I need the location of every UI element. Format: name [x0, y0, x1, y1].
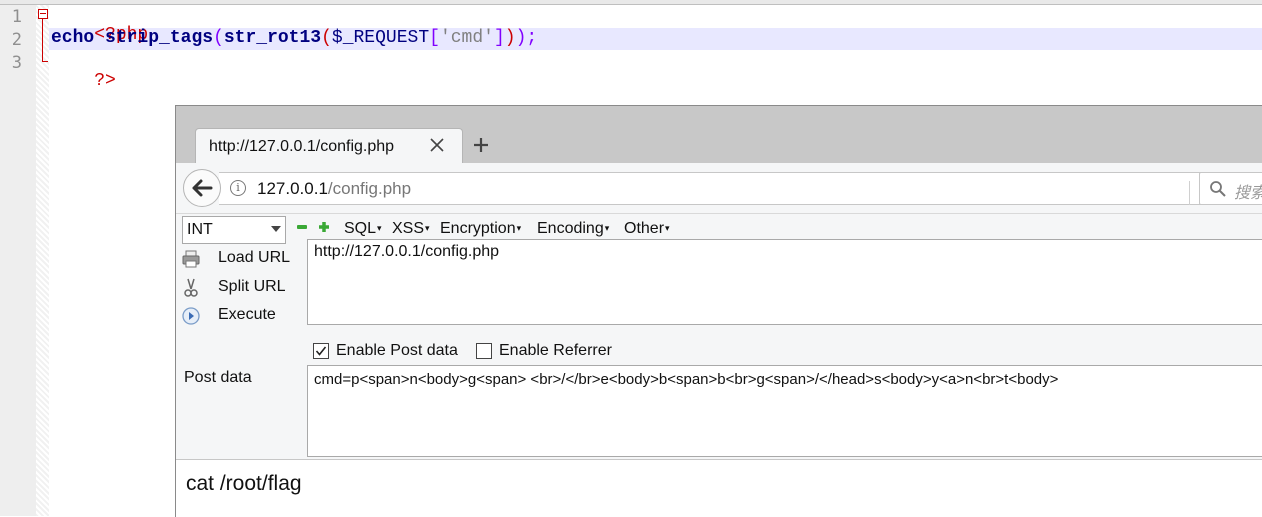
dropdown-arrow-icon: ▾ — [425, 223, 430, 234]
post-data-textarea[interactable]: cmd=p<span>n<body>g<span> <br>/</br>e<bo… — [307, 365, 1262, 457]
dropdown-arrow-icon: ▾ — [377, 223, 382, 234]
xss-menu[interactable]: XSS▾ — [392, 220, 430, 238]
back-button[interactable] — [183, 169, 221, 207]
play-icon — [182, 307, 200, 325]
line-number: 1 — [11, 7, 22, 27]
paren: ( — [213, 28, 224, 48]
line-number-gutter: 1 2 3 — [0, 5, 37, 516]
hackbar-panel: INT SQL▾ XSS▾ Encryption▾ Encoding▾ Othe… — [176, 214, 1262, 459]
navigation-bar: i 127.0.0.1/config.php 搜索 — [176, 163, 1262, 214]
plus-icon[interactable] — [318, 221, 330, 233]
search-bar[interactable]: 搜索 — [1199, 172, 1262, 205]
enable-post-checkbox[interactable] — [313, 343, 329, 359]
line-number: 2 — [11, 30, 22, 50]
enable-post-label: Enable Post data — [336, 342, 458, 359]
enable-referrer-label: Enable Referrer — [499, 342, 612, 359]
menu-label: Encoding — [537, 220, 604, 237]
url-path: /config.php — [327, 179, 412, 198]
url-textarea[interactable]: http://127.0.0.1/config.php — [307, 239, 1262, 325]
fold-guide-line — [42, 19, 43, 62]
scissors-icon — [184, 278, 198, 297]
search-placeholder: 搜索 — [1234, 185, 1262, 202]
dropdown-arrow-icon: ▾ — [665, 223, 670, 234]
bracket: [ — [429, 28, 440, 48]
type-select[interactable]: INT — [182, 216, 286, 244]
menu-label: SQL — [344, 220, 377, 237]
tab-title: http://127.0.0.1/config.php — [209, 138, 395, 155]
chevron-down-icon — [271, 226, 281, 232]
browser-window: http://127.0.0.1/config.php i 127.0.0.1/… — [175, 105, 1262, 517]
encoding-menu[interactable]: Encoding▾ — [537, 220, 609, 238]
page-content: cat /root/flag — [176, 459, 1262, 517]
arrow-left-icon — [192, 179, 213, 197]
str-rot13-function: str_rot13 — [223, 28, 322, 48]
address-bar[interactable]: i 127.0.0.1/config.php — [219, 172, 1218, 205]
menu-label: XSS — [392, 220, 425, 237]
type-select-value: INT — [187, 221, 213, 238]
semicolon: ; — [526, 28, 538, 48]
dropdown-arrow-icon: ▾ — [604, 223, 610, 234]
menu-label: Encryption — [440, 220, 516, 237]
enable-referrer-checkbox[interactable] — [476, 343, 492, 359]
encryption-menu[interactable]: Encryption▾ — [440, 220, 521, 238]
tab-strip: http://127.0.0.1/config.php — [176, 106, 1262, 165]
info-icon[interactable]: i — [230, 180, 246, 196]
dropdown-arrow-icon: ▾ — [516, 223, 522, 234]
split-url-button[interactable]: Split URL — [181, 276, 301, 300]
paren: ( — [321, 28, 332, 48]
load-url-label: Load URL — [218, 249, 291, 266]
request-variable: $_REQUEST — [331, 28, 430, 48]
fold-toggle-icon[interactable] — [38, 9, 48, 19]
load-url-button[interactable]: Load URL — [181, 247, 301, 271]
checkmark-icon — [315, 346, 327, 356]
echo-keyword: echo — [51, 28, 95, 48]
php-close-tag: ?> — [94, 71, 116, 91]
search-icon — [1210, 181, 1226, 197]
page-output-text: cat /root/flag — [186, 472, 302, 495]
strip-tags-function: strip_tags — [105, 28, 214, 48]
browser-tab[interactable]: http://127.0.0.1/config.php — [195, 128, 463, 165]
post-data-label: Post data — [184, 369, 252, 386]
code-line-3[interactable]: ?> — [51, 51, 116, 111]
other-menu[interactable]: Other▾ — [624, 220, 670, 238]
cmd-string: 'cmd' — [439, 28, 494, 48]
menu-label: Other — [624, 220, 665, 237]
fold-guide-end — [42, 61, 48, 62]
url-text: 127.0.0.1/config.php — [257, 179, 411, 199]
sql-menu[interactable]: SQL▾ — [344, 220, 382, 238]
url-textarea-value: http://127.0.0.1/config.php — [314, 243, 500, 260]
editor-top-edge — [0, 0, 1262, 5]
plus-icon[interactable] — [472, 136, 490, 154]
code-line-2[interactable]: echo strip_tags(str_rot13($_REQUEST['cmd… — [51, 28, 537, 48]
paren: ) — [515, 28, 527, 48]
bracket: ] — [493, 28, 505, 48]
execute-button[interactable]: Execute — [181, 304, 301, 328]
separator — [1189, 181, 1190, 205]
line-number: 3 — [11, 53, 22, 73]
fold-margin — [36, 5, 49, 516]
split-url-label: Split URL — [218, 278, 286, 295]
paren: ) — [504, 28, 516, 48]
url-host: 127.0.0.1 — [257, 179, 328, 198]
post-data-value: cmd=p<span>n<body>g<span> <br>/</br>e<bo… — [314, 371, 1059, 388]
minus-icon[interactable] — [296, 221, 308, 233]
execute-label: Execute — [218, 306, 276, 323]
printer-icon — [182, 250, 200, 268]
close-icon[interactable] — [429, 137, 445, 153]
